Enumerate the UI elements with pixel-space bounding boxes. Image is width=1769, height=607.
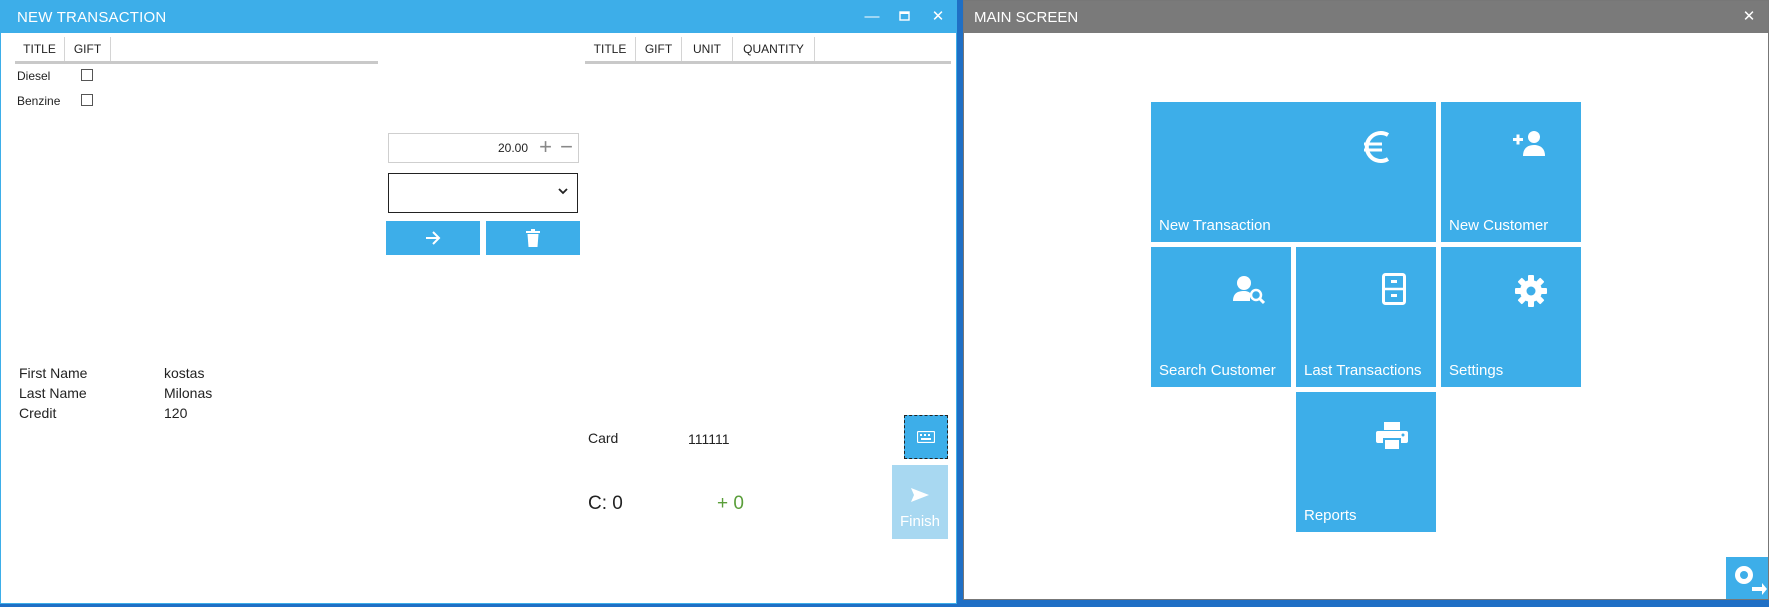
quantity-stepper[interactable]: 20.00 + −	[388, 133, 579, 163]
delete-button[interactable]	[486, 221, 580, 255]
tile-search-customer[interactable]: Search Customer	[1151, 247, 1291, 387]
send-icon	[911, 488, 929, 502]
close-button[interactable]: ✕	[927, 7, 949, 27]
finish-button[interactable]: Finish	[892, 465, 948, 539]
card-label: Card	[588, 430, 619, 446]
minus-icon[interactable]: −	[560, 136, 573, 158]
printer-icon	[1376, 422, 1408, 450]
trash-icon	[526, 229, 540, 247]
last-name-label: Last Name	[19, 385, 87, 401]
window-title: MAIN SCREEN	[974, 9, 1079, 26]
archive-icon	[1382, 273, 1406, 305]
add-to-cart-button[interactable]	[386, 221, 480, 255]
column-header-title[interactable]: TITLE	[15, 37, 65, 61]
tile-label: Reports	[1304, 507, 1357, 524]
swap-icon[interactable]	[1726, 557, 1768, 599]
close-button[interactable]: ✕	[1738, 7, 1760, 27]
column-header-gift[interactable]: GIFT	[65, 37, 111, 61]
column-header-quantity[interactable]: QUANTITY	[733, 37, 815, 61]
tile-label: Search Customer	[1159, 362, 1276, 379]
keyboard-button[interactable]	[904, 415, 948, 459]
column-header-gift[interactable]: GIFT	[636, 37, 682, 61]
add-user-icon	[1513, 131, 1545, 156]
credit-value: 120	[164, 405, 188, 421]
window-title: NEW TRANSACTION	[17, 9, 167, 26]
product-title: Diesel	[17, 69, 51, 83]
tile-label: New Transaction	[1159, 217, 1271, 234]
window-titlebar[interactable]: NEW TRANSACTION — ✕	[1, 1, 956, 33]
tile-last-transactions[interactable]: Last Transactions	[1296, 247, 1436, 387]
tile-new-transaction[interactable]: New Transaction	[1151, 102, 1436, 242]
product-row[interactable]: Diesel	[17, 69, 50, 83]
maximize-icon	[898, 11, 910, 21]
window-titlebar[interactable]: MAIN SCREEN ✕	[964, 1, 1768, 33]
tile-new-customer[interactable]: New Customer	[1441, 102, 1581, 242]
finish-label: Finish	[899, 513, 940, 530]
cart-table-header: TITLE GIFT UNIT QUANTITY	[585, 37, 951, 64]
tile-label: New Customer	[1449, 217, 1549, 234]
new-transaction-window: NEW TRANSACTION — ✕ TITLE GIFT Diesel Be…	[0, 0, 957, 604]
arrow-right-icon	[426, 231, 441, 245]
gear-icon	[1515, 275, 1547, 307]
quantity-value[interactable]: 20.00	[498, 141, 528, 155]
chevron-down-icon	[558, 188, 568, 195]
gift-checkbox[interactable]	[81, 69, 93, 81]
column-header-title[interactable]: TITLE	[585, 37, 636, 61]
credit-gain: + 0	[717, 493, 744, 514]
first-name-value: kostas	[164, 365, 205, 381]
maximize-button[interactable]	[893, 7, 915, 27]
search-user-icon	[1233, 276, 1265, 305]
products-table-header: TITLE GIFT	[15, 37, 378, 64]
tile-reports[interactable]: Reports	[1296, 392, 1436, 532]
credit-label: Credit	[19, 405, 57, 421]
gift-checkbox[interactable]	[81, 94, 93, 106]
euro-icon	[1364, 131, 1390, 163]
unit-select[interactable]	[388, 173, 578, 213]
plus-icon[interactable]: +	[539, 136, 552, 158]
main-screen-window: MAIN SCREEN ✕ New Transaction New Custom…	[963, 0, 1769, 600]
last-name-value: Milonas	[164, 385, 213, 401]
tile-label: Last Transactions	[1304, 362, 1422, 379]
column-header-unit[interactable]: UNIT	[682, 37, 733, 61]
product-row[interactable]: Benzine	[17, 94, 60, 108]
keyboard-icon	[917, 431, 935, 443]
minimize-button[interactable]: —	[861, 7, 883, 27]
tile-label: Settings	[1449, 362, 1504, 379]
tile-settings[interactable]: Settings	[1441, 247, 1581, 387]
product-title: Benzine	[17, 94, 61, 108]
credit-used: C: 0	[588, 493, 623, 514]
card-value: 111111	[688, 431, 730, 447]
first-name-label: First Name	[19, 365, 88, 381]
